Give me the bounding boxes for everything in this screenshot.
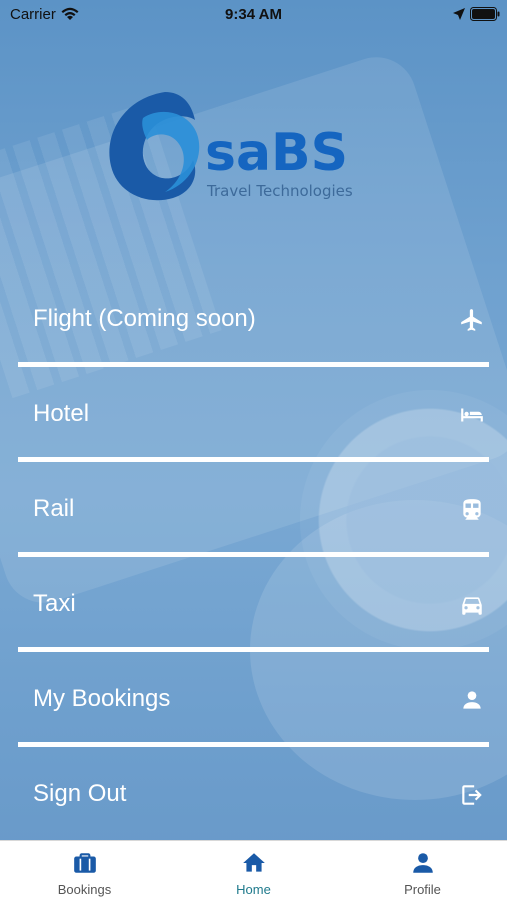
menu-item-rail[interactable]: Rail (0, 462, 507, 557)
menu-item-label: Rail (33, 495, 75, 522)
menu-item-sign-out[interactable]: Sign Out (0, 747, 507, 842)
location-arrow-icon (453, 8, 465, 20)
bed-icon (461, 408, 483, 422)
tab-label: Profile (404, 882, 441, 897)
airplane-icon (461, 309, 482, 331)
sabs-logo: saBS Travel Technologies (109, 92, 353, 201)
tab-home[interactable]: Home (169, 841, 338, 900)
train-icon (463, 499, 481, 520)
status-bar: Carrier 9:34 AM (0, 0, 507, 30)
menu-item-label: My Bookings (33, 685, 171, 712)
menu-item-label: Flight (Coming soon) (33, 305, 256, 332)
menu-item-label: Sign Out (33, 780, 127, 807)
main-menu: Flight (Coming soon) Hotel Rail Taxi My … (0, 272, 507, 842)
battery-icon (470, 7, 500, 21)
tab-label: Home (236, 882, 271, 897)
tab-bar: Bookings Home Profile (0, 840, 507, 900)
person-icon (463, 691, 481, 709)
home-icon (242, 853, 265, 872)
tab-bookings[interactable]: Bookings (0, 841, 169, 900)
logo-wordmark: saBS (205, 123, 348, 183)
car-icon (462, 597, 482, 615)
menu-item-my-bookings[interactable]: My Bookings (0, 652, 507, 747)
tab-label: Bookings (57, 882, 112, 897)
sign-out-icon (462, 785, 482, 805)
person-icon (412, 853, 433, 873)
menu-item-label: Taxi (33, 590, 76, 617)
logo-tagline: Travel Technologies (206, 182, 353, 200)
briefcase-icon (73, 853, 96, 873)
menu-item-flight[interactable]: Flight (Coming soon) (0, 272, 507, 367)
tab-profile[interactable]: Profile (338, 841, 507, 900)
menu-item-hotel[interactable]: Hotel (0, 367, 507, 462)
menu-item-taxi[interactable]: Taxi (0, 557, 507, 652)
clock: 9:34 AM (225, 6, 282, 23)
menu-item-label: Hotel (33, 400, 90, 427)
home-screen: Carrier 9:34 AM saBS Travel Technologies… (0, 0, 507, 900)
